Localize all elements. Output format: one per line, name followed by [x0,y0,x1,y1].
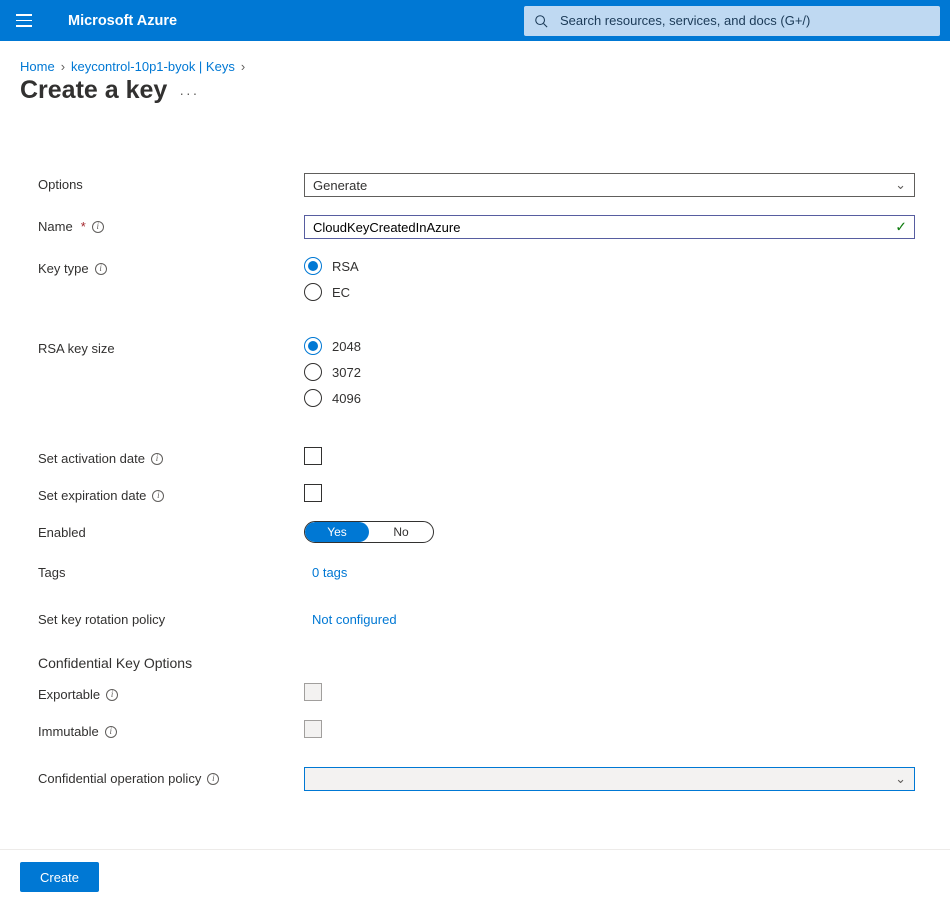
immutable-label: Immutable [38,724,99,739]
info-icon[interactable]: i [207,773,219,785]
required-indicator: * [81,219,86,234]
radio-label: 3072 [332,365,361,380]
rsa-size-radio-3072[interactable]: 3072 [304,363,915,381]
exportable-label: Exportable [38,687,100,702]
info-icon[interactable]: i [92,221,104,233]
breadcrumb-home[interactable]: Home [20,59,55,74]
info-icon[interactable]: i [151,453,163,465]
top-bar: Microsoft Azure [0,0,950,41]
brand-text: Microsoft Azure [68,13,177,29]
toggle-no: No [369,522,433,542]
chevron-down-icon: ⌄ [895,177,906,193]
activation-checkbox[interactable] [304,447,322,465]
chevron-right-icon: › [61,59,65,74]
rotation-label: Set key rotation policy [38,612,165,627]
rsa-size-label: RSA key size [38,341,115,356]
page-title: Create a key [20,76,167,105]
options-label: Options [38,173,304,192]
page-title-row: Create a key ··· [0,74,950,125]
info-icon[interactable]: i [105,726,117,738]
tags-link[interactable]: 0 tags [312,565,347,580]
activation-label: Set activation date [38,451,145,466]
exportable-checkbox [304,683,322,701]
radio-label: EC [332,285,350,300]
enabled-toggle[interactable]: Yes No [304,521,434,543]
expiration-label: Set expiration date [38,488,146,503]
radio-icon [304,257,322,275]
breadcrumb: Home › keycontrol-10p1-byok | Keys › [0,41,950,74]
chevron-down-icon: ⌄ [895,771,906,787]
search-input[interactable] [558,12,930,29]
radio-label: RSA [332,259,359,274]
cop-dropdown[interactable]: ⌄ [304,767,915,791]
name-label: Name [38,219,73,234]
toggle-yes: Yes [305,522,369,542]
key-type-radio-ec[interactable]: EC [304,283,915,301]
options-dropdown[interactable]: Generate ⌄ [304,173,915,197]
key-type-radio-rsa[interactable]: RSA [304,257,915,275]
search-box[interactable] [524,6,940,36]
more-icon[interactable]: ··· [179,81,199,101]
name-input[interactable] [304,215,915,239]
radio-icon [304,363,322,381]
radio-icon [304,283,322,301]
menu-icon[interactable] [16,11,36,31]
breadcrumb-resource[interactable]: keycontrol-10p1-byok | Keys [71,59,235,74]
radio-label: 2048 [332,339,361,354]
key-type-label: Key type [38,261,89,276]
info-icon[interactable]: i [95,263,107,275]
enabled-label: Enabled [38,525,86,540]
create-button[interactable]: Create [20,862,99,892]
rsa-size-radio-2048[interactable]: 2048 [304,337,915,355]
cop-label: Confidential operation policy [38,771,201,786]
tags-label: Tags [38,565,65,580]
form: Options Generate ⌄ Name * i ✓ Key type i [0,125,935,849]
chevron-right-icon: › [241,59,245,74]
radio-label: 4096 [332,391,361,406]
rsa-size-radio-4096[interactable]: 4096 [304,389,915,407]
search-icon [534,14,548,28]
options-value: Generate [313,178,367,193]
immutable-checkbox [304,720,322,738]
confidential-heading: Confidential Key Options [38,655,915,671]
info-icon[interactable]: i [106,689,118,701]
valid-checkmark-icon: ✓ [895,219,907,236]
rotation-link[interactable]: Not configured [312,612,397,627]
expiration-checkbox[interactable] [304,484,322,502]
radio-icon [304,337,322,355]
info-icon[interactable]: i [152,490,164,502]
footer: Create [0,849,950,904]
radio-icon [304,389,322,407]
